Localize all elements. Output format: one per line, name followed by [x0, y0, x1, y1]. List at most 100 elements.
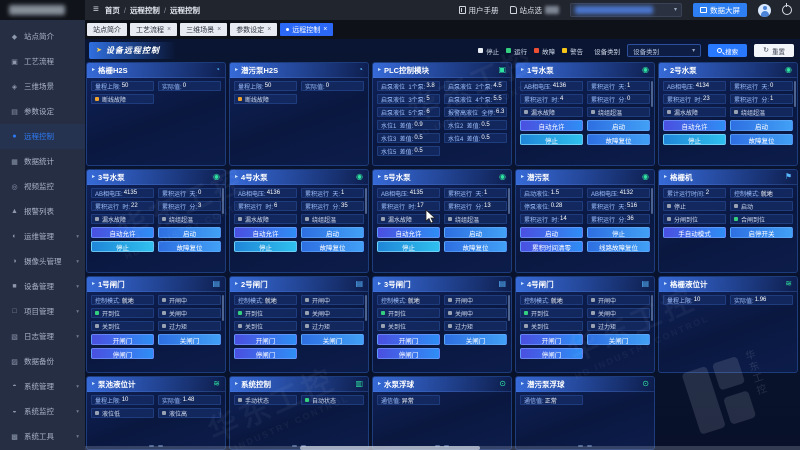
card-button[interactable]: 开闸门 — [234, 334, 297, 345]
card-button[interactable]: 故障复位 — [444, 241, 507, 252]
tab-0[interactable]: 站点简介 — [87, 23, 127, 36]
sidebar-item-15[interactable]: ◒系统监控▾ — [0, 399, 85, 424]
card-button[interactable]: 自动允许 — [377, 227, 440, 238]
field-label: 累积运行_时 — [95, 202, 130, 211]
card-button[interactable]: 停止 — [520, 134, 583, 145]
status-dot — [667, 204, 671, 208]
status-tag: 关到位 — [91, 321, 154, 331]
card-button[interactable]: 停闸门 — [91, 348, 154, 359]
sidebar-item-0[interactable]: ◆站点简介 — [0, 24, 85, 49]
card-button[interactable]: 停闸门 — [520, 348, 583, 359]
sidebar-item-4[interactable]: ●远程控制 — [0, 124, 85, 149]
sidebar-item-5[interactable]: ▦数据统计 — [0, 149, 85, 174]
site-dropdown[interactable]: ▾ — [570, 3, 682, 17]
card-button[interactable]: 停闸门 — [377, 348, 440, 359]
site-select-label[interactable]: 站点选 — [510, 5, 560, 16]
sidebar-item-11[interactable]: □项目管理▾ — [0, 299, 85, 324]
card-button[interactable]: 关闸门 — [301, 334, 364, 345]
card-button[interactable]: 自动允许 — [520, 120, 583, 131]
sidebar-item-8[interactable]: ◐运维管理▾ — [0, 224, 85, 249]
breadcrumb-item[interactable]: 远程控制 — [170, 5, 200, 16]
card-button[interactable]: 开闸门 — [520, 334, 583, 345]
status-tag-label: 漏水故障 — [102, 215, 126, 224]
card-button[interactable]: 停止 — [234, 241, 297, 252]
card-button[interactable]: 故障复位 — [158, 241, 221, 252]
close-icon[interactable]: × — [323, 26, 327, 33]
sidebar-item-16[interactable]: ▩系统工具▾ — [0, 424, 85, 449]
close-icon[interactable]: × — [167, 26, 171, 33]
device-category-select[interactable]: 设备类别 ▾ — [627, 44, 701, 57]
card-button[interactable]: 手自动模式 — [663, 227, 726, 238]
card-body: 控制模式就地开闸中开到位关闸中关到位过力矩开闸门关闸门停闸门 — [230, 292, 368, 362]
power-icon[interactable] — [782, 5, 792, 15]
sidebar-item-14[interactable]: ◓系统管理▾ — [0, 374, 85, 399]
card-button[interactable]: 停闸门 — [234, 348, 297, 359]
card-button[interactable]: 累积时间清零 — [520, 241, 583, 252]
card-button[interactable]: 停止 — [91, 241, 154, 252]
card-button[interactable]: 启动 — [520, 227, 583, 238]
card-button[interactable]: 启动 — [301, 227, 364, 238]
card-button[interactable]: 启动 — [444, 227, 507, 238]
card-scrollbar[interactable] — [651, 295, 653, 321]
card-scrollbar[interactable] — [365, 188, 367, 214]
card-button[interactable]: 故障复位 — [730, 134, 793, 145]
card-button[interactable]: 启动 — [587, 120, 650, 131]
card-row: 通信值异常 — [377, 395, 507, 405]
card-button[interactable]: 停止 — [587, 227, 650, 238]
sidebar-item-10[interactable]: ■设备管理▾ — [0, 274, 85, 299]
tab-3[interactable]: 参数设定× — [230, 23, 277, 36]
card-scrollbar[interactable] — [508, 295, 510, 321]
expand-icon: ▸ — [664, 174, 667, 180]
sidebar-item-2[interactable]: ◈三维场景 — [0, 74, 85, 99]
card-button[interactable]: 关闸门 — [158, 334, 221, 345]
card-button[interactable]: 关闸门 — [587, 334, 650, 345]
card-scrollbar[interactable] — [794, 81, 796, 107]
tab-4[interactable]: 远程控制× — [280, 23, 333, 36]
card-button[interactable]: 故障复位 — [301, 241, 364, 252]
card-button[interactable]: 自动允许 — [663, 120, 726, 131]
card-button[interactable]: 故障复位 — [587, 134, 650, 145]
card-button[interactable]: 启停开关 — [730, 227, 793, 238]
card-scrollbar[interactable] — [222, 188, 224, 214]
tab-1[interactable]: 工艺流程× — [130, 23, 177, 36]
field-label: AB相电压 — [95, 189, 123, 198]
card-scrollbar[interactable] — [508, 188, 510, 214]
sidebar-item-12[interactable]: ▧日志管理▾ — [0, 324, 85, 349]
field-label: 报警高液位_全停 — [448, 108, 495, 117]
sidebar-item-3[interactable]: ▤参数设定 — [0, 99, 85, 124]
breadcrumb-item[interactable]: 首页 — [105, 5, 120, 16]
card-scrollbar[interactable] — [651, 188, 653, 214]
breadcrumb-item[interactable]: 远程控制 — [130, 5, 160, 16]
sidebar-item-7[interactable]: ▲报警列表 — [0, 199, 85, 224]
tab-2[interactable]: 三维场景× — [180, 23, 227, 36]
card-button[interactable]: 自动允许 — [234, 227, 297, 238]
sidebar-item-13[interactable]: ▨数据备份 — [0, 349, 85, 374]
card-button[interactable]: 启动 — [730, 120, 793, 131]
card-button[interactable]: 开闸门 — [377, 334, 440, 345]
avatar[interactable] — [758, 4, 771, 17]
field-value: 2 — [706, 190, 709, 196]
close-icon[interactable]: × — [267, 26, 271, 33]
horizontal-scrollbar[interactable] — [85, 446, 800, 450]
sidebar-item-1[interactable]: ▣工艺流程 — [0, 49, 85, 74]
sidebar-item-9[interactable]: ◑摄像头管理▾ — [0, 249, 85, 274]
collapse-menu-icon[interactable]: ≡ — [93, 5, 99, 15]
user-manual-link[interactable]: 用户手册 — [459, 5, 499, 16]
sidebar-item-6[interactable]: ◎视频监控 — [0, 174, 85, 199]
card-button[interactable]: 关闸门 — [444, 334, 507, 345]
field-value: 4134 — [696, 83, 709, 89]
card-button[interactable]: 自动允许 — [91, 227, 154, 238]
big-screen-button[interactable]: 数据大屏 — [693, 3, 747, 17]
card-scrollbar[interactable] — [365, 295, 367, 321]
search-button[interactable]: 搜索 — [708, 44, 747, 57]
card-scrollbar[interactable] — [651, 81, 653, 107]
close-icon[interactable]: × — [217, 26, 221, 33]
card-button[interactable]: 开闸门 — [91, 334, 154, 345]
chevron-down-icon: ▾ — [76, 259, 79, 265]
card-button[interactable]: 停止 — [377, 241, 440, 252]
card-button[interactable]: 线路故障复位 — [587, 241, 650, 252]
card-button[interactable]: 停止 — [663, 134, 726, 145]
card-button[interactable]: 启动 — [158, 227, 221, 238]
reset-button[interactable]: ↻ 重置 — [754, 44, 794, 57]
card-scrollbar[interactable] — [222, 295, 224, 321]
